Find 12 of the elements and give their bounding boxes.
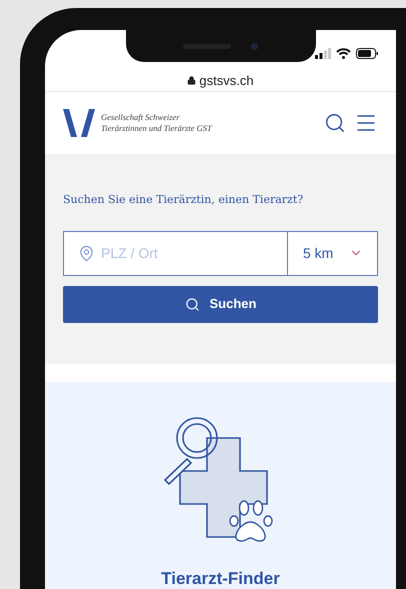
search-icon [184,296,200,312]
logo-text: Gesellschaft Schweizer [101,112,181,123]
status-icons-drawing [315,48,378,59]
logo-icon [63,109,95,137]
search-question: Suchen Sie eine Tierärztin, einen Tierarzt? [63,192,304,208]
camera-icon [251,42,258,50]
card-title: Tierarzt-Finder [161,568,280,589]
search-button[interactable]: Suchen [63,286,378,322]
logo-text: Tierärztinnen und Tierärzte GST [101,123,212,134]
lock-icon [187,76,196,85]
url-text[interactable]: gstsvs.ch [199,70,254,90]
search-icon[interactable] [324,112,346,134]
